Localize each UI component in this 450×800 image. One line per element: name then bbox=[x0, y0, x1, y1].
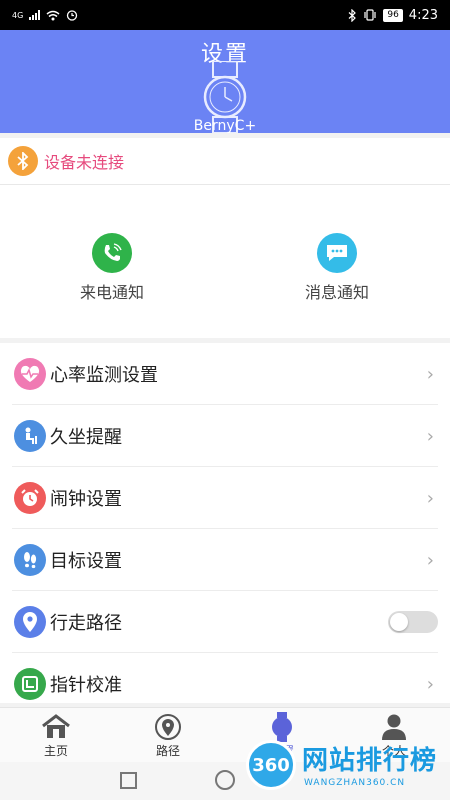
clock-time: 4:23 bbox=[408, 7, 438, 23]
app-screen: 4G 96 4:23 设置 BernyC+ 设备未连接 来电通知 消息通知 心率… bbox=[0, 0, 450, 800]
sedentary-icon bbox=[14, 420, 46, 452]
status-right: 96 4:23 bbox=[348, 8, 438, 23]
settings-watch-icon bbox=[242, 712, 322, 742]
tab-label: 路径 bbox=[155, 744, 180, 758]
person-icon bbox=[354, 712, 434, 742]
message-notification-button[interactable]: 消息通知 bbox=[277, 233, 397, 303]
tab-label: 主页 bbox=[43, 744, 68, 758]
settings-item-label: 指针校准 bbox=[50, 675, 122, 696]
walking-route-toggle[interactable] bbox=[388, 611, 438, 633]
watch-hands-icon bbox=[14, 668, 46, 700]
tab-label: 设置 bbox=[269, 744, 294, 758]
chevron-right-icon: › bbox=[426, 487, 434, 509]
tab-home[interactable]: 主页 bbox=[16, 712, 96, 759]
home-icon bbox=[16, 712, 96, 742]
header: 设置 BernyC+ bbox=[0, 30, 450, 133]
settings-item-label: 闹钟设置 bbox=[50, 489, 122, 510]
status-left: 4G bbox=[12, 9, 78, 21]
location-pin-icon bbox=[14, 606, 46, 638]
bluetooth-icon bbox=[8, 146, 38, 176]
chevron-right-icon: › bbox=[426, 549, 434, 571]
home-button[interactable] bbox=[215, 770, 235, 790]
settings-item-goal[interactable]: 目标设置 › bbox=[0, 529, 450, 591]
phone-icon bbox=[92, 233, 132, 273]
divider bbox=[0, 184, 450, 185]
chevron-right-icon: › bbox=[426, 425, 434, 447]
heart-rate-icon bbox=[14, 358, 46, 390]
tab-settings[interactable]: 设置 bbox=[242, 712, 322, 759]
status-bar: 4G 96 4:23 bbox=[0, 0, 450, 30]
footprints-icon bbox=[14, 544, 46, 576]
alarm-status-icon bbox=[67, 10, 78, 21]
tab-label: 个人 bbox=[381, 744, 406, 758]
settings-item-label: 目标设置 bbox=[50, 551, 122, 572]
connection-status[interactable]: 设备未连接 bbox=[8, 146, 124, 176]
message-icon bbox=[317, 233, 357, 273]
alarm-clock-icon bbox=[14, 482, 46, 514]
bluetooth-status-icon bbox=[348, 8, 357, 22]
settings-item-label: 行走路径 bbox=[50, 613, 122, 634]
settings-item-hand-calibration[interactable]: 指针校准 › bbox=[0, 653, 450, 715]
settings-item-label: 心率监测设置 bbox=[50, 365, 158, 386]
recent-apps-button[interactable] bbox=[120, 772, 137, 789]
battery-level: 96 bbox=[383, 8, 403, 22]
call-notification-button[interactable]: 来电通知 bbox=[52, 233, 172, 303]
settings-item-alarm[interactable]: 闹钟设置 › bbox=[0, 467, 450, 529]
route-icon bbox=[128, 712, 208, 742]
device-name: BernyC+ bbox=[193, 118, 257, 133]
signal-icon bbox=[29, 10, 41, 20]
message-notification-label: 消息通知 bbox=[304, 283, 369, 302]
system-navigation-bar bbox=[0, 762, 450, 800]
connection-status-text: 设备未连接 bbox=[44, 153, 125, 172]
settings-item-sedentary[interactable]: 久坐提醒 › bbox=[0, 405, 450, 467]
tab-route[interactable]: 路径 bbox=[128, 712, 208, 759]
settings-item-walking-route[interactable]: 行走路径 bbox=[0, 591, 450, 653]
settings-item-label: 久坐提醒 bbox=[50, 427, 122, 448]
vibrate-icon bbox=[364, 9, 376, 21]
network-type: 4G bbox=[12, 10, 24, 20]
settings-item-heart-rate[interactable]: 心率监测设置 › bbox=[0, 343, 450, 405]
call-notification-label: 来电通知 bbox=[79, 283, 144, 302]
settings-list: 心率监测设置 › 久坐提醒 › 闹钟设置 › 目标设置 › 行走路径 指针校准 … bbox=[0, 343, 450, 703]
bottom-tab-bar: 主页 路径 设置 个人 bbox=[0, 707, 450, 762]
device-card: 设备未连接 来电通知 消息通知 bbox=[0, 138, 450, 338]
tab-profile[interactable]: 个人 bbox=[354, 712, 434, 759]
wifi-icon bbox=[46, 10, 60, 20]
chevron-right-icon: › bbox=[426, 363, 434, 385]
chevron-right-icon: › bbox=[426, 673, 434, 695]
